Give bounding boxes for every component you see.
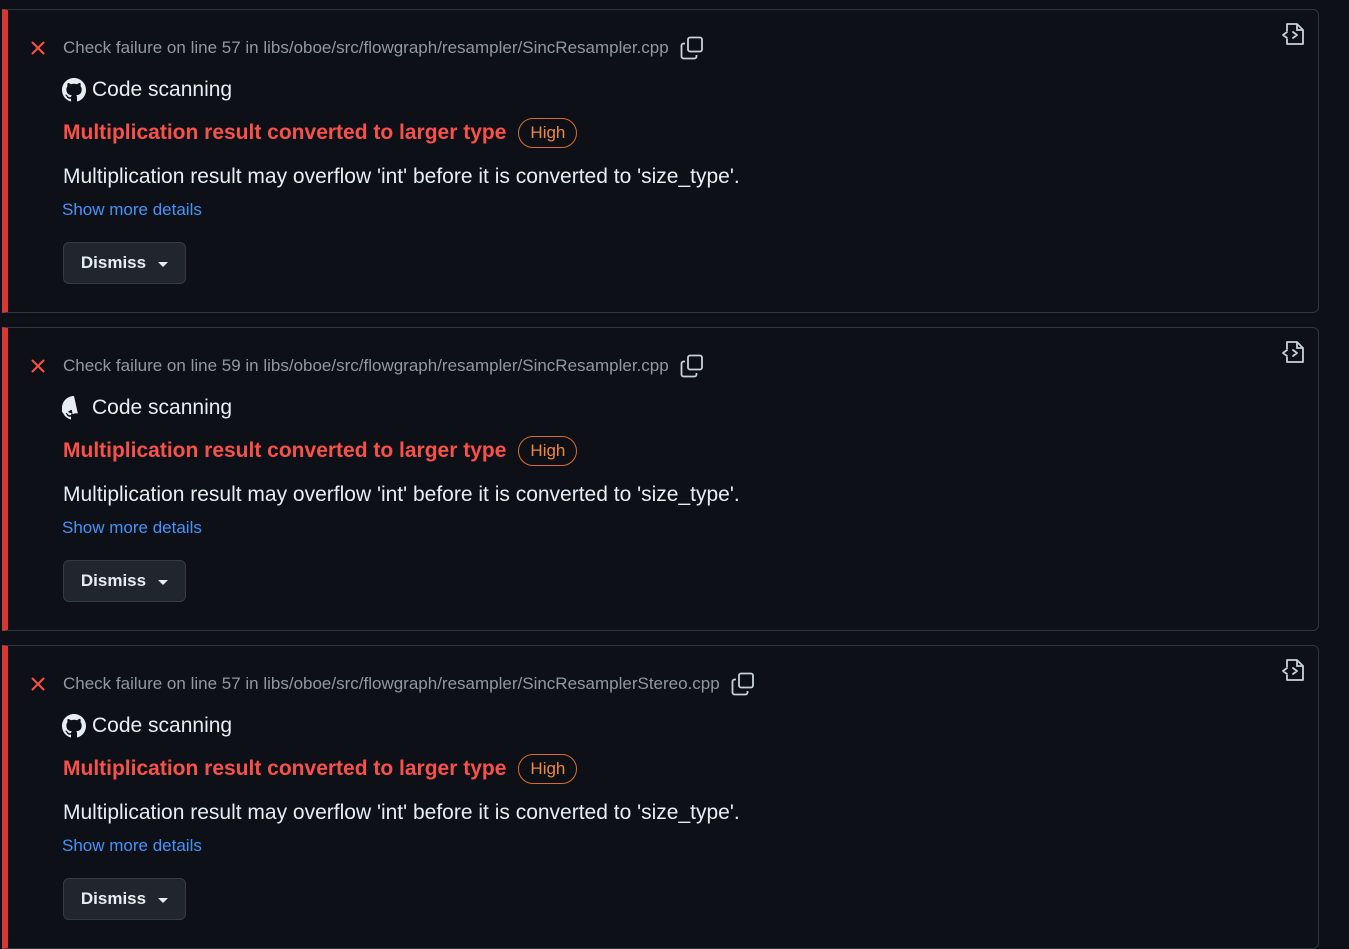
- github-icon: [62, 714, 86, 738]
- github-icon: [62, 78, 86, 102]
- caret-down-icon: [158, 579, 169, 585]
- alert-title-row: Multiplication result converted to large…: [63, 436, 578, 466]
- x-icon: [31, 677, 45, 691]
- alert-title-row: Multiplication result converted to large…: [63, 118, 578, 148]
- annotation-location: Check failure on line 59 in libs/oboe/sr…: [30, 354, 705, 378]
- annotation-card: Check failure on line 59 in libs/oboe/sr…: [2, 327, 1319, 631]
- dismiss-label: Dismiss: [80, 571, 147, 590]
- severity-badge: High: [518, 436, 578, 466]
- x-icon: [31, 41, 45, 55]
- alert-title-row: Multiplication result converted to large…: [63, 754, 578, 784]
- annotation-card: Check failure on line 57 in libs/oboe/sr…: [2, 9, 1319, 313]
- annotation-source: Code scanning: [62, 395, 232, 421]
- source-label: Code scanning: [92, 714, 233, 737]
- view-file-icon[interactable]: [1280, 338, 1308, 366]
- copy-icon[interactable]: [679, 35, 705, 61]
- annotation-card: Check failure on line 57 in libs/oboe/sr…: [2, 645, 1319, 949]
- dismiss-button[interactable]: Dismiss: [63, 560, 186, 602]
- failure-location-text: Check failure on line 59 in libs/oboe/sr…: [63, 356, 669, 375]
- caret-down-icon: [158, 261, 169, 267]
- alert-description: Multiplication result may overflow 'int'…: [63, 801, 740, 824]
- alert-description: Multiplication result may overflow 'int'…: [63, 483, 740, 506]
- source-label: Code scanning: [92, 396, 233, 419]
- github-icon: [62, 396, 78, 420]
- severity-badge: High: [518, 118, 578, 148]
- x-icon: [31, 359, 45, 373]
- show-more-details-link[interactable]: Show more details: [62, 836, 202, 856]
- failure-location-text: Check failure on line 57 in libs/oboe/sr…: [63, 674, 720, 693]
- caret-down-icon: [158, 897, 169, 903]
- show-more-details-link[interactable]: Show more details: [62, 200, 202, 220]
- alert-title: Multiplication result converted to large…: [63, 121, 507, 144]
- dismiss-label: Dismiss: [80, 889, 147, 908]
- dismiss-label: Dismiss: [80, 253, 147, 272]
- annotation-location: Check failure on line 57 in libs/oboe/sr…: [30, 672, 756, 696]
- alert-description: Multiplication result may overflow 'int'…: [63, 165, 740, 188]
- annotation-source: Code scanning: [62, 713, 232, 739]
- failure-location-text: Check failure on line 57 in libs/oboe/sr…: [63, 38, 669, 57]
- alert-title: Multiplication result converted to large…: [63, 439, 507, 462]
- annotation-source: Code scanning: [62, 77, 232, 103]
- dismiss-button[interactable]: Dismiss: [63, 242, 186, 284]
- show-more-details-link[interactable]: Show more details: [62, 518, 202, 538]
- alert-title: Multiplication result converted to large…: [63, 757, 507, 780]
- annotation-location: Check failure on line 57 in libs/oboe/sr…: [30, 36, 705, 60]
- view-file-icon[interactable]: [1280, 20, 1308, 48]
- copy-icon[interactable]: [679, 353, 705, 379]
- view-file-icon[interactable]: [1280, 656, 1308, 684]
- source-label: Code scanning: [92, 78, 233, 101]
- copy-icon[interactable]: [730, 671, 756, 697]
- severity-badge: High: [518, 754, 578, 784]
- dismiss-button[interactable]: Dismiss: [63, 878, 186, 920]
